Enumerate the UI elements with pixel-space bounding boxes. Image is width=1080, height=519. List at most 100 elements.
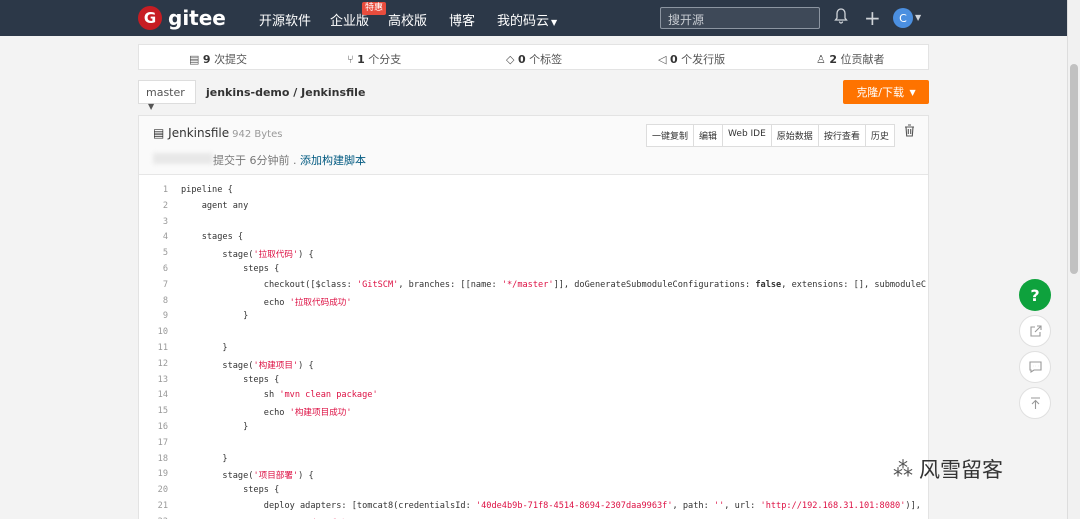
plus-icon[interactable]: + xyxy=(864,6,881,30)
raw-button[interactable]: 原始数据 xyxy=(772,125,819,146)
commits-count: 9 xyxy=(202,53,211,66)
line-number[interactable]: 20 xyxy=(139,485,168,495)
code-line: 2 agent any xyxy=(139,201,928,217)
branch-select[interactable]: master ▼ xyxy=(138,80,196,111)
line-number[interactable]: 8 xyxy=(139,296,168,306)
code-line: 15 echo '构建项目成功' xyxy=(139,406,928,422)
help-button[interactable]: ? xyxy=(1019,279,1051,311)
line-number[interactable]: 14 xyxy=(139,390,168,400)
tags-label: 个标签 xyxy=(529,53,563,66)
edit-button[interactable]: 编辑 xyxy=(694,125,724,146)
file-viewer: ▤ Jenkinsfile 942 Bytes 提交于 6分钟前 . 添加构建脚本… xyxy=(138,115,929,519)
line-number[interactable]: 11 xyxy=(139,343,168,353)
code-line: 3 xyxy=(139,217,928,233)
code-line: 12 stage('构建项目') { xyxy=(139,359,928,375)
code-line: 20 steps { xyxy=(139,485,928,501)
web-ide-button[interactable]: Web IDE xyxy=(723,125,772,146)
code-line: 8 echo '拉取代码成功' xyxy=(139,296,928,312)
history-button[interactable]: 历史 xyxy=(866,125,894,146)
gitee-logo-icon: G xyxy=(138,6,162,30)
gitee-logo-text: gitee xyxy=(168,6,226,30)
commit-message-link[interactable]: 添加构建脚本 xyxy=(300,154,366,167)
code-line: 16 } xyxy=(139,422,928,438)
nav-my-gitee-label: 我的码云 xyxy=(497,14,550,29)
nav-blog[interactable]: 博客 xyxy=(449,10,475,29)
nav-my-gitee[interactable]: 我的码云 ▼ xyxy=(497,10,557,29)
gitee-logo[interactable]: G gitee xyxy=(138,6,226,30)
top-navbar: G gitee 开源软件 企业版 特惠 高校版 博客 我的码云 ▼ 搜开源 + C… xyxy=(0,0,1067,36)
line-number[interactable]: 6 xyxy=(139,264,168,274)
scrollbar-thumb[interactable] xyxy=(1070,64,1078,274)
scrollbar[interactable] xyxy=(1067,0,1080,519)
tag-icon: ◇ xyxy=(506,53,515,66)
clone-download-label: 克隆/下载 xyxy=(856,86,905,99)
releases-label: 个发行版 xyxy=(681,53,726,66)
code-text: deploy adapters: [tomcat8(credentialsId:… xyxy=(181,501,921,511)
code-line: 1 pipeline { xyxy=(139,185,928,201)
code-text: stage('构建项目') { xyxy=(181,360,314,371)
line-number[interactable]: 7 xyxy=(139,280,168,290)
back-to-top-icon[interactable] xyxy=(1019,387,1051,419)
line-number[interactable]: 19 xyxy=(139,469,168,479)
code-text: echo '构建项目成功' xyxy=(181,408,352,419)
comment-icon[interactable] xyxy=(1019,351,1051,383)
file-header: ▤ Jenkinsfile 942 Bytes 提交于 6分钟前 . 添加构建脚本… xyxy=(139,116,928,175)
code-line: 9 } xyxy=(139,311,928,327)
trash-icon[interactable] xyxy=(904,124,915,141)
search-input[interactable]: 搜开源 xyxy=(660,7,820,29)
stat-tags[interactable]: ◇ 0 个标签 xyxy=(506,51,562,67)
code-text: stage('项目部署') { xyxy=(181,471,314,482)
stat-branches[interactable]: ⑂ 1 个分支 xyxy=(347,51,401,67)
code-text: agent any xyxy=(181,200,249,211)
stat-contributors[interactable]: ♙ 2 位贡献者 xyxy=(816,51,885,67)
repo-stats-bar: ▤ 9 次提交 ⑂ 1 个分支 ◇ 0 个标签 ◁ 0 个发行版 ♙ 2 位贡献… xyxy=(138,44,929,70)
code-text: stages { xyxy=(181,232,244,243)
code-line: 21 deploy adapters: [tomcat8(credentials… xyxy=(139,501,928,517)
line-number[interactable]: 10 xyxy=(139,327,168,337)
nav-university[interactable]: 高校版 xyxy=(388,10,427,29)
share-icon[interactable] xyxy=(1019,315,1051,347)
file-actions: 一键复制 编辑 Web IDE 原始数据 按行查看 历史 xyxy=(646,124,895,147)
code-line: 19 stage('项目部署') { xyxy=(139,469,928,485)
copy-button[interactable]: 一键复制 xyxy=(647,125,695,146)
chevron-down-icon[interactable]: ▼ xyxy=(915,13,921,22)
line-number[interactable]: 21 xyxy=(139,501,168,511)
line-number[interactable]: 1 xyxy=(139,185,168,195)
breadcrumb-repo[interactable]: jenkins-demo xyxy=(206,86,289,99)
blame-button[interactable]: 按行查看 xyxy=(819,125,866,146)
watermark: ⁂ 风雪留客 xyxy=(893,454,1003,484)
file-size: 942 Bytes xyxy=(232,129,283,140)
contributors-icon: ♙ xyxy=(816,53,826,66)
line-number[interactable]: 17 xyxy=(139,438,168,448)
file-icon: ▤ xyxy=(153,126,165,140)
hot-badge: 特惠 xyxy=(362,2,387,15)
code-text: steps { xyxy=(181,264,280,274)
line-number[interactable]: 18 xyxy=(139,454,168,464)
line-number[interactable]: 5 xyxy=(139,248,168,258)
code-text: } xyxy=(181,453,228,464)
code-line: 18 } xyxy=(139,454,928,470)
line-number[interactable]: 4 xyxy=(139,232,168,242)
line-number[interactable]: 12 xyxy=(139,359,168,369)
bell-icon[interactable] xyxy=(834,8,848,28)
line-number[interactable]: 13 xyxy=(139,375,168,385)
branch-name: master xyxy=(146,86,185,99)
watermark-text: 风雪留客 xyxy=(919,458,1003,482)
avatar[interactable]: C xyxy=(893,8,913,28)
stat-commits[interactable]: ▤ 9 次提交 xyxy=(189,51,247,67)
commits-label: 次提交 xyxy=(214,53,248,66)
nav-open-source[interactable]: 开源软件 xyxy=(259,10,311,29)
releases-count: 0 xyxy=(669,53,678,66)
clone-download-button[interactable]: 克隆/下载 ▼ xyxy=(843,80,929,104)
line-number[interactable]: 9 xyxy=(139,311,168,321)
line-number[interactable]: 3 xyxy=(139,217,168,227)
code-text: steps { xyxy=(181,374,280,385)
line-number[interactable]: 15 xyxy=(139,406,168,416)
breadcrumb-file: Jenkinsfile xyxy=(301,86,366,99)
line-number[interactable]: 16 xyxy=(139,422,168,432)
line-number[interactable]: 2 xyxy=(139,201,168,211)
stat-releases[interactable]: ◁ 0 个发行版 xyxy=(658,51,725,67)
code-text: sh 'mvn clean package' xyxy=(181,390,378,401)
last-commit-info: 提交于 6分钟前 . 添加构建脚本 xyxy=(213,152,366,168)
code-line: 13 steps { xyxy=(139,375,928,391)
